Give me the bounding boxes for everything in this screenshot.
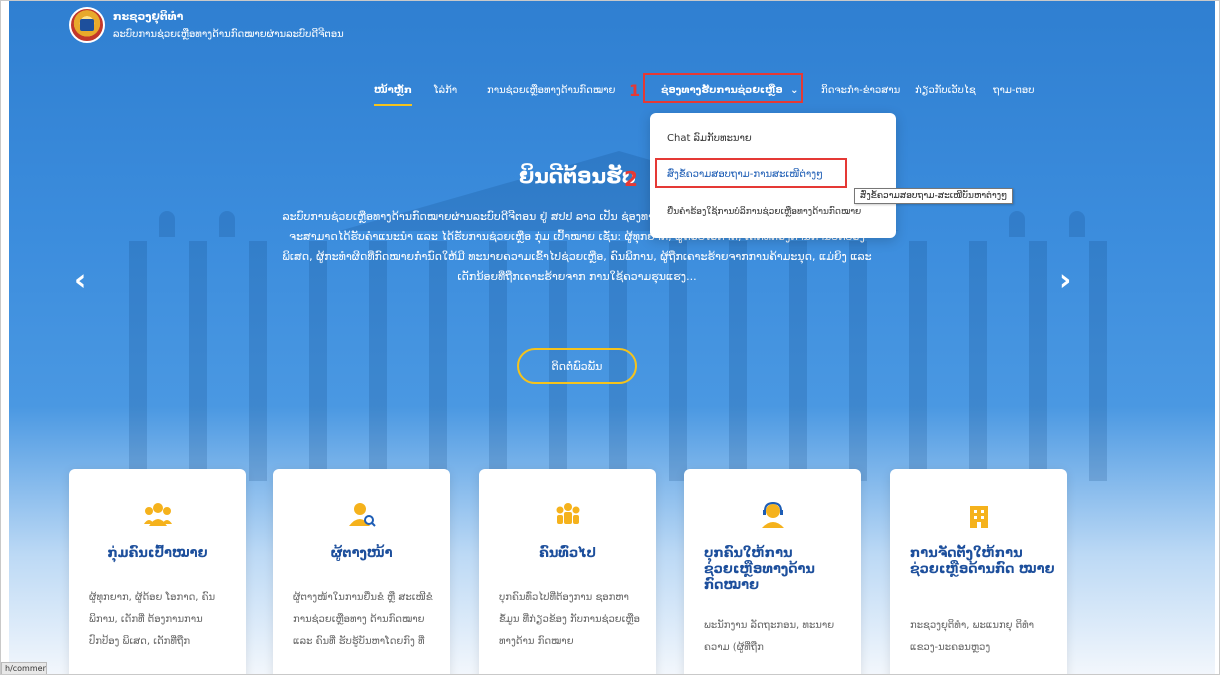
- nav-item-faq[interactable]: ຖາມ-ຕອບ: [993, 85, 1034, 96]
- annotation-number-2: 2: [624, 167, 638, 191]
- card-title: ກຸ່ມຄົນເປົ້າໝາຍ: [107, 546, 208, 561]
- building-background-image: [9, 151, 1215, 481]
- hero-title: ຍິນດີຕ້ອນຮັບ: [519, 164, 637, 188]
- status-bar-url: h/comment/: [1, 662, 47, 674]
- dropdown-tooltip: ສົ່ງຂໍ້ຄວາມສອບຖາມ-ສະເໜີບັນຫາຕ່າງໆ: [854, 188, 1014, 204]
- card-title: ການຈັດຕັ້ງໃຫ້ການ ຊ່ວຍເຫຼືອດ້ານກົດ ໝາຍ: [910, 546, 1055, 577]
- building-icon: [890, 502, 1067, 528]
- browser-viewport: ກະຊວງຍຸຕິທຳ ລະບົບການຊ່ວຍເຫຼືອທາງດ້ານກົດໝ…: [0, 0, 1220, 675]
- card-body: ຜູ້ທຸກຍາກ, ຜູ້ດ້ອຍ ໂອກາດ, ຄົນພິການ, ເດັກ…: [89, 592, 216, 647]
- carousel-prev-icon[interactable]: ‹: [74, 263, 86, 298]
- card-title: ຜູ້ຕາງໜ້າ: [330, 546, 393, 561]
- hero-section: ກະຊວງຍຸຕິທຳ ລະບົບການຊ່ວຍເຫຼືອທາງດ້ານກົດໝ…: [9, 1, 1215, 674]
- card-legal-aid-organizations[interactable]: ການຈັດຕັ້ງໃຫ້ການ ຊ່ວຍເຫຼືອດ້ານກົດ ໝາຍ ກະ…: [890, 469, 1067, 674]
- card-body: ຜູ້ຕາງໜ້າໃນການຍື່ນຂໍ ຫຼື ສະເໜີຂໍການຊ່ວຍເ…: [293, 592, 433, 647]
- annotation-number-1: 1: [629, 81, 641, 100]
- people-icon: [479, 502, 656, 526]
- carousel-next-icon[interactable]: ›: [1059, 263, 1071, 298]
- card-body: ບຸກຄົນທົ່ວໄປທີ່ຕ້ອງການ ຊອກຫາຂໍ້ມູນ ທີ່ກ່…: [499, 592, 640, 647]
- nav-item-home[interactable]: ໜ້າຫຼັກ: [374, 85, 412, 106]
- card-representative[interactable]: ຜູ້ຕາງໜ້າ ຜູ້ຕາງໜ້າໃນການຍື່ນຂໍ ຫຼື ສະເໜີ…: [273, 469, 450, 674]
- nav-item-about[interactable]: ກ່ຽວກັບເວັບໄຊ: [915, 85, 976, 96]
- annotation-box-2: [655, 158, 847, 188]
- annotation-box-1: [643, 73, 803, 103]
- nav-item-legal-aid[interactable]: ການຊ່ວຍເຫຼືອທາງດ້ານກົດໝາຍ: [487, 85, 615, 96]
- site-title: ກະຊວງຍຸຕິທຳ: [113, 10, 184, 23]
- site-brand[interactable]: ກະຊວງຍຸຕິທຳ ລະບົບການຊ່ວຍເຫຼືອທາງດ້ານກົດໝ…: [69, 7, 344, 43]
- card-target-groups[interactable]: ກຸ່ມຄົນເປົ້າໝາຍ ຜູ້ທຸກຍາກ, ຜູ້ດ້ອຍ ໂອກາດ…: [69, 469, 246, 674]
- card-title: ຄົນທົ່ວໄປ: [539, 546, 596, 561]
- contact-button[interactable]: ຕິດຕໍ່ພົວພັນ: [517, 348, 637, 384]
- nav-item-2[interactable]: ໂລ່ກ້າ: [434, 85, 457, 96]
- card-legal-aid-providers[interactable]: ບຸກຄົນໃຫ້ການ ຊ່ວຍເຫຼືອທາງດ້ານ ກົດໝາຍ ພະນ…: [684, 469, 861, 674]
- card-body: ກະຊວງຍຸຕິທຳ, ພະແນກຍຸ ຕິທຳແຂວງ-ນະຄອນຫຼວງ: [910, 620, 1035, 653]
- user-search-icon: [273, 502, 450, 528]
- card-general-public[interactable]: ຄົນທົ່ວໄປ ບຸກຄົນທົ່ວໄປທີ່ຕ້ອງການ ຊອກຫາຂໍ…: [479, 469, 656, 674]
- dropdown-item-apply-service[interactable]: ຍື່ນຄຳຮ້ອງໃຊ້ການບໍລິການຊ່ວຍເຫຼືອທາງດ້ານກ…: [667, 207, 861, 217]
- site-subtitle: ລະບົບການຊ່ວຍເຫຼືອທາງດ້ານກົດໝາຍຜ່ານລະບົບດ…: [113, 29, 344, 40]
- group-icon: [69, 502, 246, 526]
- aid-channels-dropdown: Chat ລົມກັບທະນາຍ ສົ່ງຂໍ້ຄວາມສອບຖາມ-ການສະ…: [650, 113, 896, 238]
- nav-item-news[interactable]: ກິດຈະກຳ-ຂ່າວສານ: [821, 85, 900, 96]
- card-title: ບຸກຄົນໃຫ້ການ ຊ່ວຍເຫຼືອທາງດ້ານ ກົດໝາຍ: [704, 546, 815, 593]
- ministry-logo-icon: [69, 7, 105, 43]
- dropdown-item-chat[interactable]: Chat ລົມກັບທະນາຍ: [667, 133, 752, 144]
- card-body: ພະນັກງານ ລັດຖະກອນ, ທະນາຍ ຄວາມ (ຜູ້ທີ່ຖືກ: [704, 620, 835, 653]
- support-agent-icon: [684, 502, 861, 528]
